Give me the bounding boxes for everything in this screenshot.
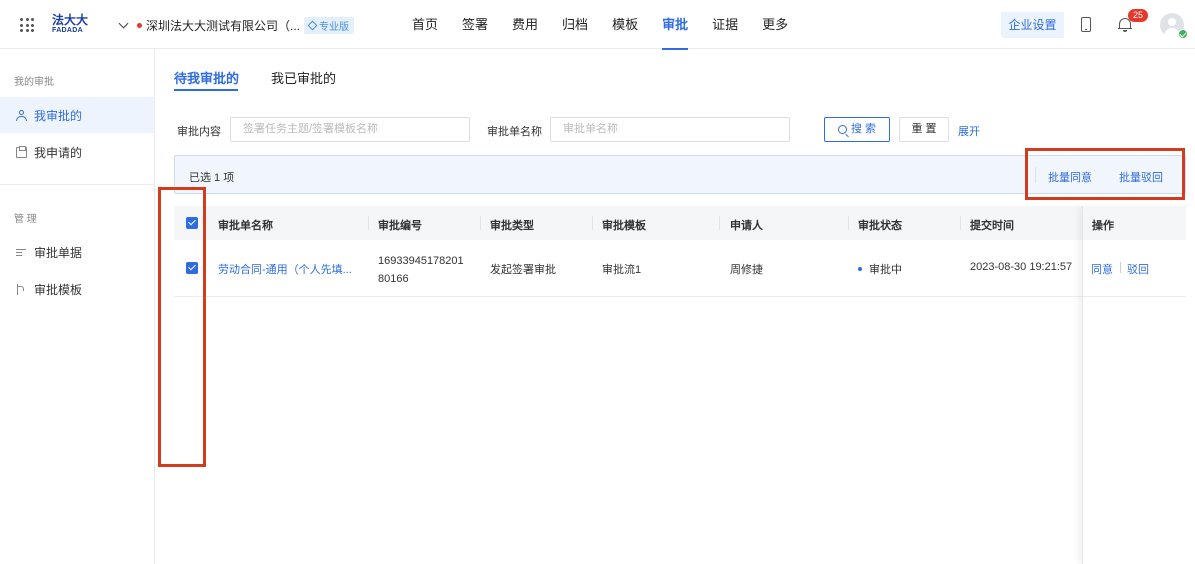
list-settings-icon	[16, 247, 27, 258]
nav-home[interactable]: 首页	[400, 0, 450, 49]
annotation-box-checkboxes	[158, 187, 206, 467]
nav-sign[interactable]: 签署	[450, 0, 500, 49]
approval-name-link[interactable]: 劳动合同-通用（个人先填...	[218, 261, 352, 277]
sidebar-divider	[0, 184, 154, 185]
content-label: 审批内容	[177, 126, 221, 138]
applicant: 周修捷	[730, 264, 763, 276]
fadada-logo[interactable]: 法大大 FADADA	[52, 14, 92, 36]
content-input[interactable]: 签署任务主题/签署模板名称	[230, 117, 470, 142]
edition-badge: 专业版	[304, 16, 355, 34]
table-header: 审批单名称 审批编号 审批类型 审批模板 申请人 审批状态 提交时间 操作	[174, 206, 1186, 240]
tab-pending[interactable]: 待我审批的	[174, 68, 239, 87]
company-switcher[interactable]: 深圳法大大测试有限公司（... 专业版	[118, 16, 355, 34]
col-applicant: 申请人	[730, 220, 763, 232]
app-grid-icon[interactable]	[20, 18, 34, 32]
verified-check-icon	[1178, 29, 1188, 39]
notification-badge: 25	[1128, 9, 1148, 22]
form-name-label: 审批单名称	[487, 126, 542, 138]
approval-template: 审批流1	[602, 264, 642, 276]
tab-underline	[174, 89, 238, 91]
selection-count: 已选 1 项	[189, 172, 235, 184]
sidebar-item-my-approve[interactable]: 我审批的	[0, 97, 154, 133]
company-name: 深圳法大大测试有限公司（...	[146, 18, 301, 33]
approval-number: 16933945178201 80166	[378, 255, 464, 285]
diamond-icon	[307, 20, 318, 30]
col-type: 审批类型	[490, 220, 534, 232]
col-number: 审批编号	[378, 220, 422, 232]
nav-templates[interactable]: 模板	[600, 0, 650, 49]
status-dot-icon	[858, 267, 862, 271]
nav-more[interactable]: 更多	[750, 0, 800, 49]
table-row: 劳动合同-通用（个人先填... 16933945178201 80166 发起签…	[174, 240, 1186, 297]
search-button[interactable]: 搜 索	[824, 117, 890, 142]
actions-column	[1082, 206, 1195, 564]
branch-icon	[16, 283, 27, 295]
reset-button[interactable]: 重 置	[899, 117, 949, 142]
col-name: 审批单名称	[218, 220, 273, 232]
col-template: 审批模板	[602, 220, 646, 232]
nav-evidence[interactable]: 证据	[700, 0, 750, 49]
sidebar-item-my-apply[interactable]: 我申请的	[0, 134, 154, 170]
reject-button[interactable]: 驳回	[1127, 261, 1149, 277]
sidebar-item-forms[interactable]: 审批单据	[0, 234, 154, 270]
red-dot-icon	[137, 22, 142, 28]
action-divider	[1120, 262, 1121, 273]
nav-fees[interactable]: 费用	[500, 0, 550, 49]
chevron-down-icon	[118, 18, 129, 28]
tab-done[interactable]: 我已审批的	[271, 68, 336, 87]
status-badge: 审批中	[869, 264, 902, 276]
sidebar-section-my: 我的审批	[14, 77, 54, 88]
submit-time: 2023-08-30 19:21:57	[970, 261, 1073, 273]
user-icon	[16, 109, 27, 121]
annotation-box-batch-actions	[1025, 148, 1185, 200]
col-submit-time: 提交时间	[970, 220, 1014, 232]
clipboard-icon	[16, 145, 27, 158]
form-name-input[interactable]: 审批单名称	[550, 117, 790, 142]
sidebar-item-templates[interactable]: 审批模板	[0, 271, 154, 307]
approval-type: 发起签署审批	[490, 264, 556, 276]
nav-approval[interactable]: 审批	[650, 0, 700, 50]
mobile-icon[interactable]	[1081, 17, 1091, 32]
sidebar: 我的审批 我审批的 我申请的 管 理 审批单据 审批模板	[0, 49, 155, 564]
expand-link[interactable]: 展开	[958, 123, 980, 139]
search-icon	[837, 125, 847, 134]
sidebar-section-manage: 管 理	[14, 214, 37, 225]
main-nav: 首页 签署 费用 归档 模板 审批 证据 更多	[400, 0, 800, 50]
top-bar: 法大大 FADADA 深圳法大大测试有限公司（... 专业版 首页 签署 费用 …	[0, 0, 1195, 50]
approve-button[interactable]: 同意	[1091, 261, 1113, 277]
col-status: 审批状态	[858, 220, 902, 232]
nav-archive[interactable]: 归档	[550, 0, 600, 49]
enterprise-settings-button[interactable]: 企业设置	[1001, 12, 1064, 38]
